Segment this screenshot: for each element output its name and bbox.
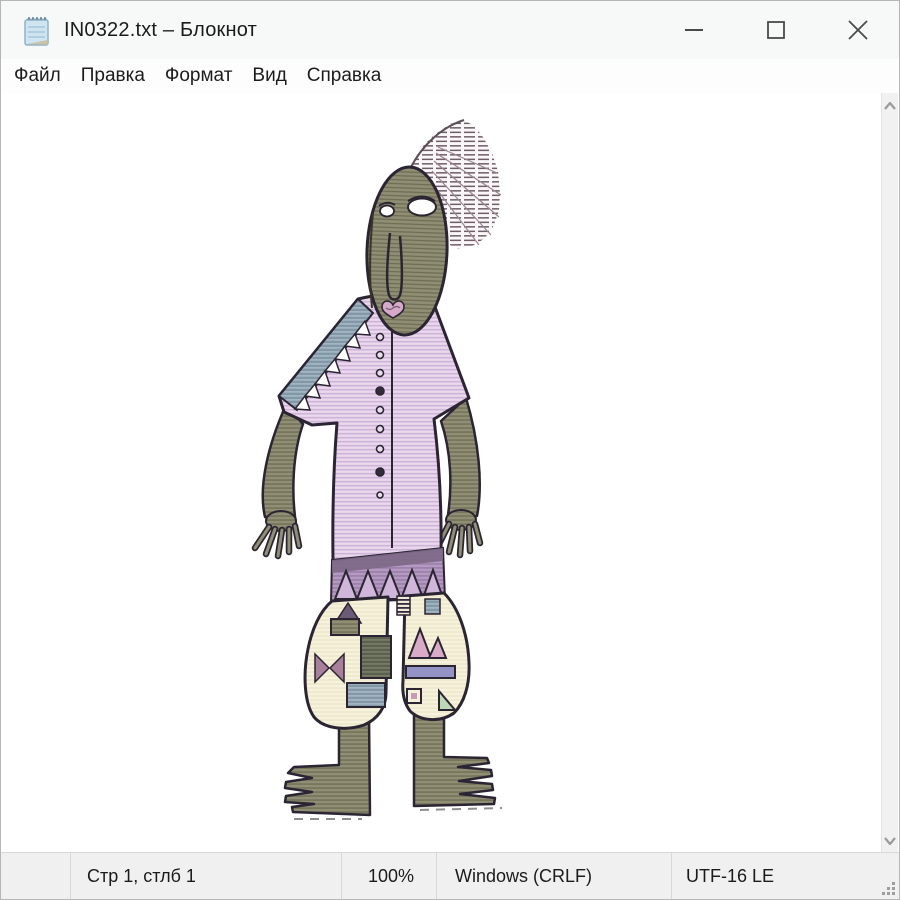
maximize-icon bbox=[766, 20, 786, 40]
status-line-ending: Windows (CRLF) bbox=[437, 853, 672, 899]
status-encoding: UTF-16 LE bbox=[672, 853, 899, 899]
right-arm bbox=[438, 398, 480, 555]
character-drawing bbox=[2, 93, 884, 854]
left-arm bbox=[255, 405, 303, 556]
status-spacer bbox=[1, 853, 71, 899]
maximize-button[interactable] bbox=[735, 1, 817, 59]
right-leg-foot bbox=[414, 711, 495, 806]
status-zoom-level: 100% bbox=[342, 853, 437, 899]
status-cursor-position: Стр 1, стлб 1 bbox=[71, 853, 342, 899]
resize-grip-icon[interactable] bbox=[881, 881, 896, 896]
left-eye bbox=[380, 206, 394, 217]
status-bar: Стр 1, стлб 1 100% Windows (CRLF) UTF-16… bbox=[1, 852, 899, 899]
close-button[interactable] bbox=[817, 1, 899, 59]
window-controls bbox=[653, 1, 899, 59]
minimize-icon bbox=[684, 20, 704, 40]
notepad-icon bbox=[22, 13, 52, 47]
menu-file[interactable]: Файл bbox=[4, 62, 71, 90]
scroll-down-button[interactable] bbox=[882, 830, 898, 852]
chevron-up-icon bbox=[884, 102, 896, 110]
window-title: IN0322.txt – Блокнот bbox=[64, 19, 257, 42]
shirt bbox=[279, 295, 469, 562]
close-icon bbox=[847, 19, 869, 41]
vertical-scrollbar[interactable] bbox=[881, 93, 898, 854]
menu-help[interactable]: Справка bbox=[297, 62, 392, 90]
left-leg-foot bbox=[285, 715, 370, 815]
title-bar[interactable]: IN0322.txt – Блокнот bbox=[1, 1, 899, 59]
menu-bar: Файл Правка Формат Вид Справка bbox=[2, 59, 898, 93]
notepad-window: IN0322.txt – Блокнот Файл Правка Формат … bbox=[0, 0, 900, 900]
text-area[interactable] bbox=[2, 93, 898, 854]
menu-format[interactable]: Формат bbox=[155, 62, 243, 90]
minimize-button[interactable] bbox=[653, 1, 735, 59]
menu-view[interactable]: Вид bbox=[242, 62, 296, 90]
menu-edit[interactable]: Правка bbox=[71, 62, 155, 90]
right-eye bbox=[408, 199, 436, 216]
scroll-up-button[interactable] bbox=[882, 95, 898, 117]
chevron-down-icon bbox=[884, 837, 896, 845]
status-encoding-label: UTF-16 LE bbox=[686, 866, 774, 887]
